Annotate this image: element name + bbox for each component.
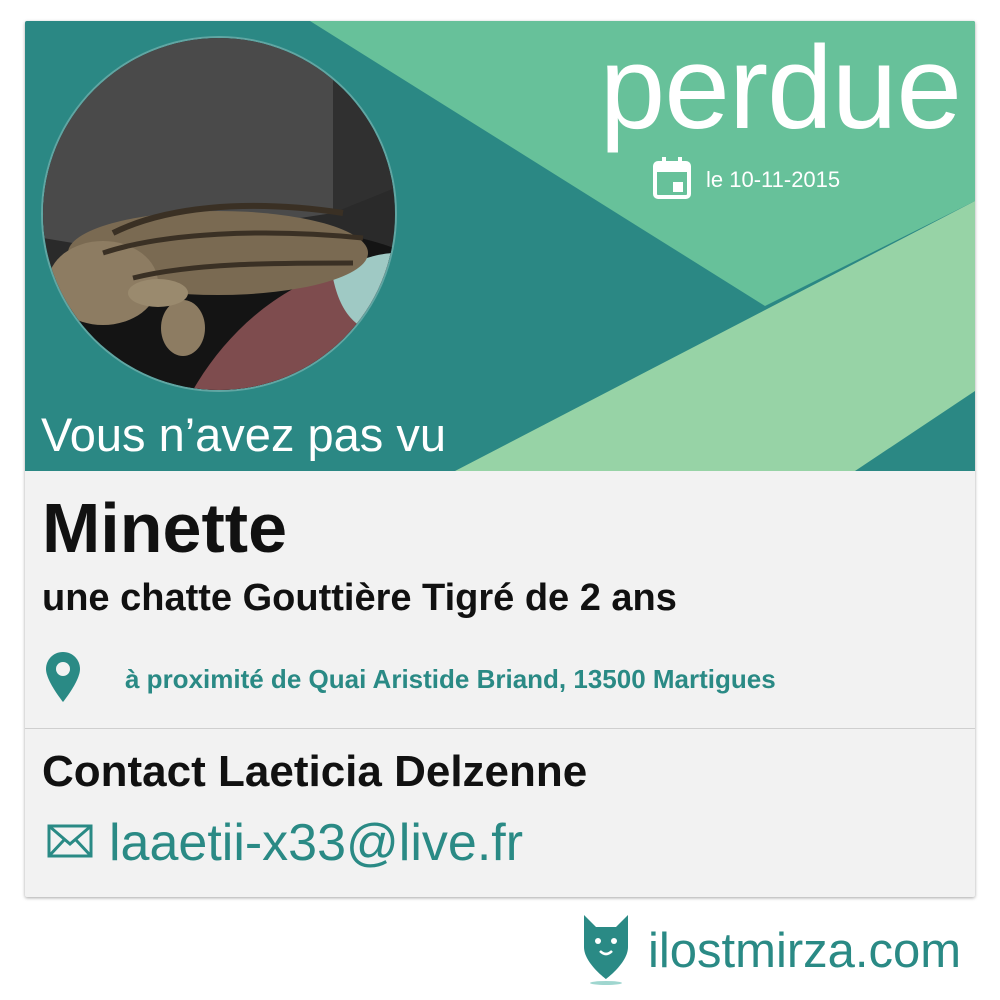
brand-name[interactable]: ilostmirza.com <box>648 923 961 979</box>
divider <box>25 728 975 729</box>
location: à proximité de Quai Aristide Briand, 135… <box>45 649 776 709</box>
status-title: perdue <box>599 22 962 154</box>
date-label: le 10-11-2015 <box>706 167 841 192</box>
banner: perdue le 10-11-2015 Vous n’avez pas vu <box>25 21 975 471</box>
contact-label: Contact Laeticia Delzenne <box>42 747 588 796</box>
calendar-icon <box>652 156 692 205</box>
lost-pet-card: perdue le 10-11-2015 Vous n’avez pas vu … <box>25 21 975 897</box>
contact-email[interactable]: laaetii-x33@live.fr <box>47 813 523 873</box>
map-pin-icon <box>45 651 81 708</box>
lost-date: le 10-11-2015 <box>652 156 841 205</box>
pet-photo <box>43 38 395 390</box>
brand-footer[interactable]: ilostmirza.com <box>578 913 961 990</box>
intro-text: Vous n’avez pas vu <box>41 408 446 461</box>
location-text: à proximité de Quai Aristide Briand, 135… <box>125 663 776 694</box>
envelope-icon <box>47 824 93 863</box>
pet-name: Minette <box>42 489 287 567</box>
pet-description: une chatte Gouttière Tigré de 2 ans <box>42 577 677 619</box>
cat-pin-logo-icon <box>578 913 634 990</box>
email-link[interactable]: laaetii-x33@live.fr <box>109 813 523 873</box>
